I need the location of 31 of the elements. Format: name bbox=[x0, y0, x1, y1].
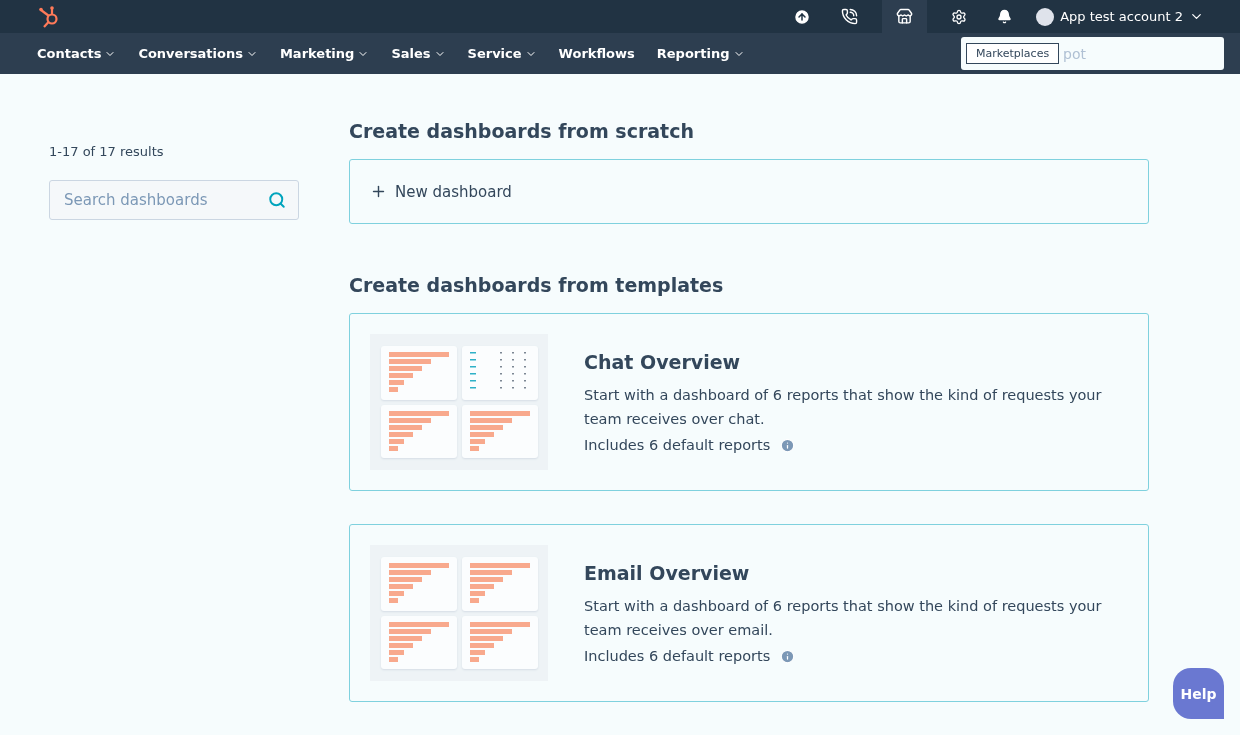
nav-item[interactable]: Conversations bbox=[138, 46, 258, 61]
nav-item[interactable]: Reporting bbox=[656, 46, 745, 61]
new-dashboard-button[interactable]: New dashboard bbox=[349, 159, 1149, 224]
template-title: Email Overview bbox=[584, 562, 751, 584]
section-heading: Create dashboards from templates bbox=[349, 274, 725, 296]
template-card[interactable]: Chat Overview Start with a dashboard of 6 reports that show the kind of requests your team receives over chat. Includes 6 default reports bbox=[349, 313, 1149, 491]
nav-item[interactable]: Contacts bbox=[37, 46, 117, 61]
plus-icon bbox=[370, 183, 387, 200]
search-icon bbox=[268, 191, 286, 209]
template-card[interactable]: Email Overview Start with a dashboard of 6 reports that show the kind of requests your team receives over email. Includes 6 default reports bbox=[349, 524, 1149, 702]
nav-item[interactable]: Marketing bbox=[279, 46, 370, 61]
template-description: Start with a dashboard of 6 reports that show the kind of requests your team receives over email. bbox=[584, 597, 1103, 640]
info-icon[interactable] bbox=[780, 648, 796, 664]
nav-item[interactable]: Service bbox=[467, 46, 537, 61]
search-field[interactable]: Search dashboards bbox=[62, 190, 268, 210]
nav-item[interactable]: Workflows bbox=[558, 46, 635, 61]
info-icon[interactable] bbox=[780, 437, 796, 453]
account-menu[interactable]: App test account 2 bbox=[1036, 7, 1204, 26]
nav-item[interactable]: Sales bbox=[391, 46, 446, 61]
avatar bbox=[1036, 7, 1055, 26]
account-name: App test account 2 bbox=[1060, 9, 1183, 24]
template-description: Start with a dashboard of 6 reports that show the kind of requests your team receives over chat. bbox=[584, 386, 1103, 429]
reports-count: Includes 6 default reports bbox=[584, 437, 771, 453]
store-icon[interactable] bbox=[882, 0, 928, 33]
search-box[interactable]: Search dashboards bbox=[49, 180, 299, 220]
reports-count: Includes 6 default reports bbox=[584, 648, 771, 664]
template-title: Chat Overview bbox=[584, 351, 742, 373]
tooltip: Marketplaces bbox=[966, 43, 1060, 64]
section-heading: Create dashboards from scratch bbox=[349, 120, 695, 142]
help-button[interactable]: Help bbox=[1173, 668, 1224, 719]
results-count: 1-17 of 17 results bbox=[49, 144, 165, 159]
